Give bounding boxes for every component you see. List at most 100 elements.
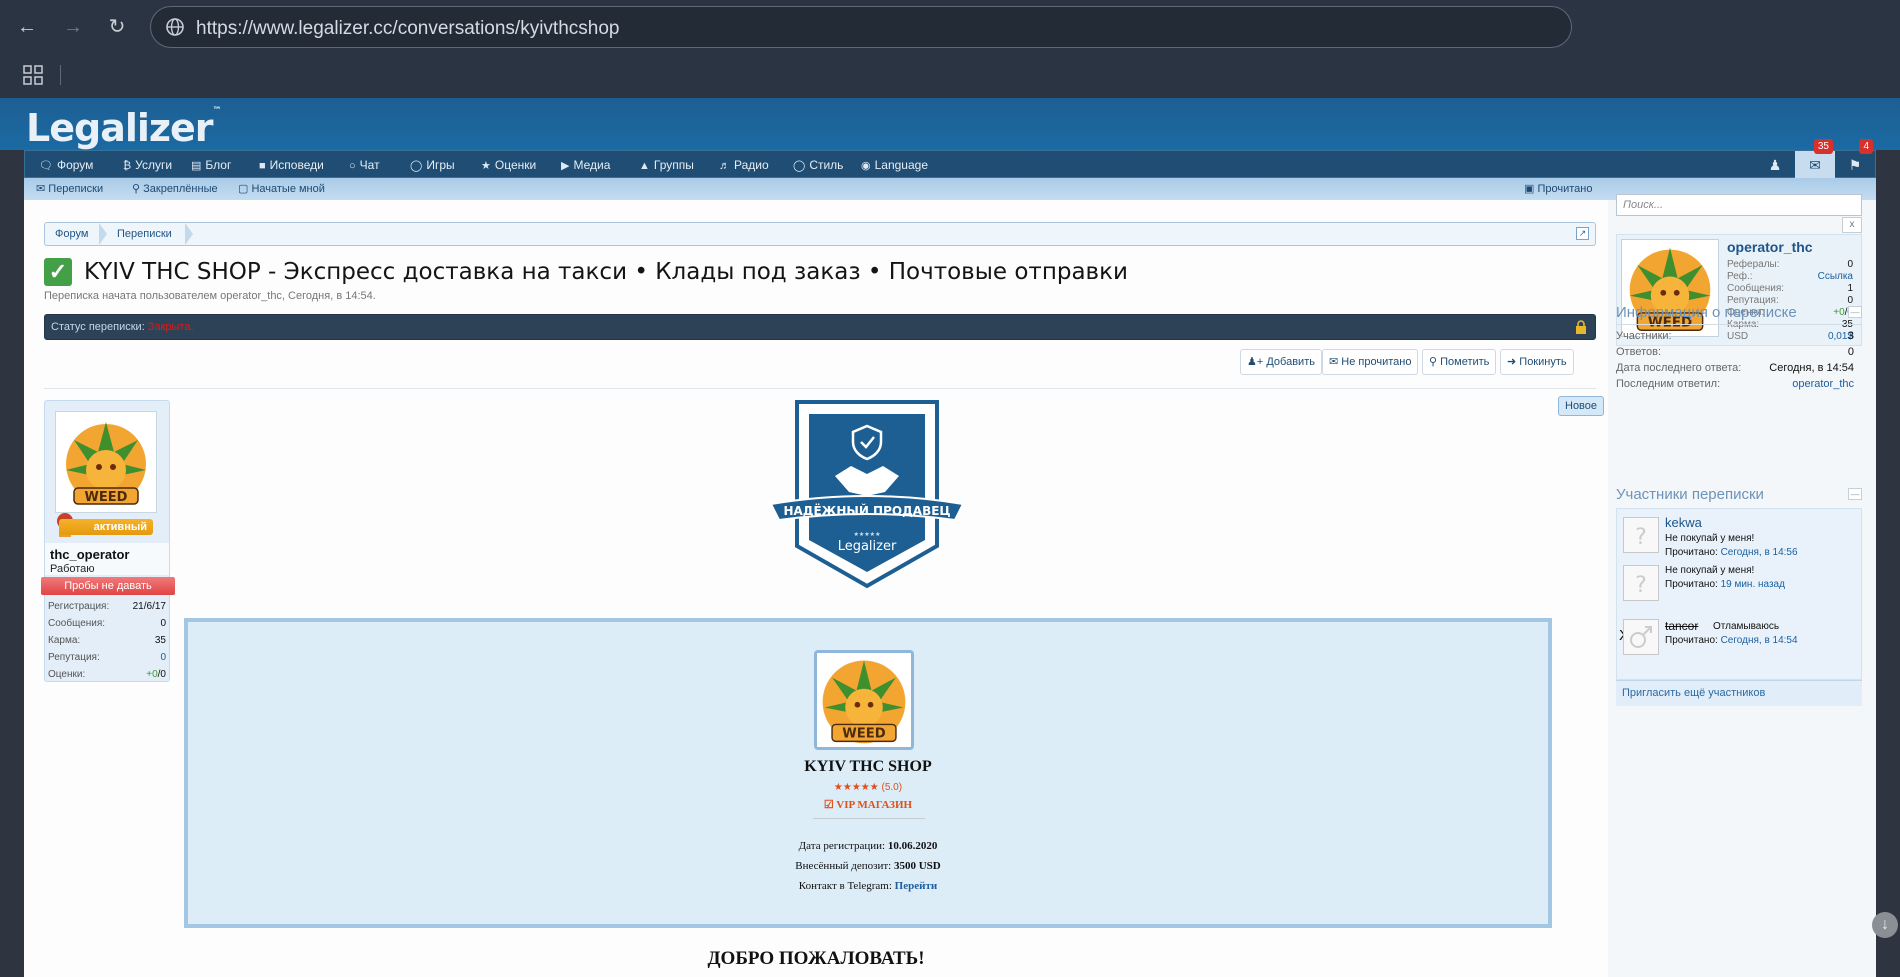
book-icon: ▤: [191, 160, 202, 172]
add-label: Добавить: [1266, 356, 1315, 368]
invite-participants-link[interactable]: Пригласить ещё участников: [1616, 680, 1862, 706]
account-menu[interactable]: ♟: [1755, 151, 1795, 179]
subnav-conversations[interactable]: ✉ Переписки: [36, 178, 103, 200]
participant-name[interactable]: kekwa: [1665, 515, 1702, 530]
stat-value: 0: [160, 652, 166, 663]
alerts-badge: 4: [1859, 139, 1873, 154]
visitor-stat-label: Рефералы:: [1727, 259, 1780, 270]
participant-item[interactable]: X tancor Отламываюсь Прочитано: Сегодня,…: [1617, 619, 1863, 667]
participant-avatar[interactable]: ?: [1623, 565, 1659, 601]
info-label: Дата последнего ответа:: [1616, 362, 1742, 374]
nav-games[interactable]: ◯ Игры: [410, 151, 455, 179]
stat-label: Карма:: [48, 635, 81, 646]
visitor-avatar[interactable]: WEED: [1621, 239, 1719, 337]
participant-item[interactable]: ? kekwa Не покупай у меня! Прочитано: Се…: [1617, 515, 1863, 565]
deposit-label: Внесённый депозит:: [795, 860, 892, 872]
conversation-status-bar: Статус переписки: Закрыта.: [44, 314, 1596, 340]
star-button[interactable]: ⚲ Пометить: [1422, 349, 1497, 375]
read-value: Сегодня, в 14:54: [1720, 635, 1798, 646]
url-text[interactable]: https://www.legalizer.cc/conversations/k…: [196, 18, 619, 40]
svg-text:?: ?: [1635, 573, 1647, 598]
telegram-label: Контакт в Telegram:: [798, 880, 892, 892]
unknown-avatar-icon: ?: [1635, 525, 1647, 550]
scroll-down-icon[interactable]: ↓: [1872, 912, 1898, 938]
subnav-label: Переписки: [48, 183, 104, 195]
nav-blog[interactable]: ▤ Блог: [191, 151, 231, 179]
read-value: Сегодня, в 14:56: [1720, 547, 1798, 558]
info-label: Участники:: [1616, 330, 1672, 342]
site-info-icon[interactable]: [165, 17, 185, 37]
nav-label: Форум: [56, 158, 94, 172]
add-button[interactable]: ♟+ Добавить: [1240, 349, 1322, 375]
nav-media[interactable]: ▶ Медиа: [561, 151, 610, 179]
check-mark-icon: ✓: [44, 258, 72, 286]
jump-icon[interactable]: ↗: [1576, 227, 1589, 240]
nav-language[interactable]: ◉ Language: [861, 151, 928, 179]
breadcrumb-forum[interactable]: Форум: [45, 223, 98, 245]
sub-navigation: ✉ Переписки ⚲ Закреплённые ▢ Начатые мно…: [24, 178, 1876, 200]
deposit-value: 3500 USD: [893, 860, 941, 872]
site-logo[interactable]: Legalizer™: [26, 106, 222, 150]
nav-confessions[interactable]: ■ Исповеди: [259, 151, 324, 179]
telegram-line: Контакт в Telegram: Перейти: [188, 880, 1548, 892]
conversation-meta: Переписка начата пользователем operator_…: [44, 290, 376, 302]
last-replier-link[interactable]: operator_thc: [1792, 378, 1854, 390]
nav-radio[interactable]: ♬ Радио: [719, 151, 769, 179]
seller-badge-brand: Legalizer: [838, 539, 897, 554]
telegram-link[interactable]: Перейти: [895, 880, 938, 892]
nav-groups[interactable]: ▲ Группы: [639, 151, 694, 179]
username[interactable]: thc_operator: [50, 547, 129, 562]
breadcrumb-conversations[interactable]: Переписки: [107, 223, 182, 245]
subnav-label: Прочитано: [1537, 183, 1593, 195]
user-title: Работаю: [50, 563, 95, 575]
visitor-stat-row: Рефералы: 0: [1727, 259, 1853, 271]
globe-icon: ◉: [861, 160, 871, 172]
registration-value: 10.06.2020: [887, 840, 938, 852]
subnav-pinned[interactable]: ⚲ Закреплённые: [132, 178, 218, 200]
comments-icon: 🗨: [39, 160, 53, 172]
breadcrumb-separator: [185, 223, 193, 245]
referral-link[interactable]: Ссылка: [1818, 271, 1853, 282]
close-button[interactable]: x: [1842, 217, 1862, 233]
forward-arrow-icon[interactable]: →: [60, 14, 86, 40]
participant-name[interactable]: tancor: [1665, 619, 1698, 633]
stat-row: Регистрация: 21/6/17: [48, 601, 166, 618]
gamepad-icon: ◯: [410, 160, 423, 172]
groups-icon: ▲: [639, 160, 650, 172]
subnav-label: Закреплённые: [143, 183, 218, 195]
lock-icon: [1576, 320, 1586, 334]
nav-ratings[interactable]: ★ Оценки: [481, 151, 536, 179]
reload-icon[interactable]: ↻: [104, 14, 130, 40]
sidebar: Поиск... x WEED operator_thc Рефералы: 0 …: [1608, 194, 1876, 977]
participant-avatar[interactable]: [1623, 619, 1659, 655]
collapse-icon[interactable]: —: [1848, 488, 1862, 500]
address-bar[interactable]: https://www.legalizer.cc/conversations/k…: [150, 6, 1572, 48]
participant-item[interactable]: ? Не покупай у меня! Прочитано: 19 мин. …: [1617, 565, 1863, 613]
active-badge: активный: [59, 519, 153, 535]
nav-label: Стиль: [809, 158, 844, 172]
male-avatar-icon: [1630, 626, 1652, 648]
search-input[interactable]: Поиск...: [1616, 194, 1862, 216]
read-value: 19 мин. назад: [1720, 579, 1785, 590]
leave-button[interactable]: ➜ Покинуть: [1500, 349, 1574, 375]
inbox-button[interactable]: ✉ 35: [1795, 139, 1835, 179]
avatar[interactable]: WEED: [55, 411, 157, 513]
visitor-name[interactable]: operator_thc: [1727, 239, 1813, 255]
nav-style[interactable]: ◯ Стиль: [793, 151, 843, 179]
mark-unread-button[interactable]: ✉ Не прочитано: [1322, 349, 1419, 375]
nav-services[interactable]: ₿ Услуги: [123, 151, 172, 179]
subnav-mark-read[interactable]: ▣ Прочитано: [1524, 178, 1592, 200]
visitor-stat-row: Реф.: Ссылка: [1727, 271, 1853, 283]
info-row: Дата последнего ответа: Сегодня, в 14:54: [1616, 362, 1854, 378]
nav-label: Блог: [205, 158, 232, 172]
apps-grid-icon[interactable]: [22, 64, 44, 86]
nav-forum[interactable]: 🗨 Форум: [39, 151, 93, 179]
alerts-button[interactable]: ⚑ 4: [1835, 139, 1875, 179]
participants-list: ? kekwa Не покупай у меня! Прочитано: Се…: [1616, 508, 1862, 680]
subnav-started-by-me[interactable]: ▢ Начатые мной: [238, 178, 325, 200]
participant-avatar[interactable]: ?: [1623, 517, 1659, 553]
volume-icon: ♬: [719, 160, 730, 172]
back-arrow-icon[interactable]: ←: [14, 14, 40, 40]
nav-chat[interactable]: ○ Чат: [349, 151, 380, 179]
collapse-icon[interactable]: —: [1848, 306, 1862, 318]
